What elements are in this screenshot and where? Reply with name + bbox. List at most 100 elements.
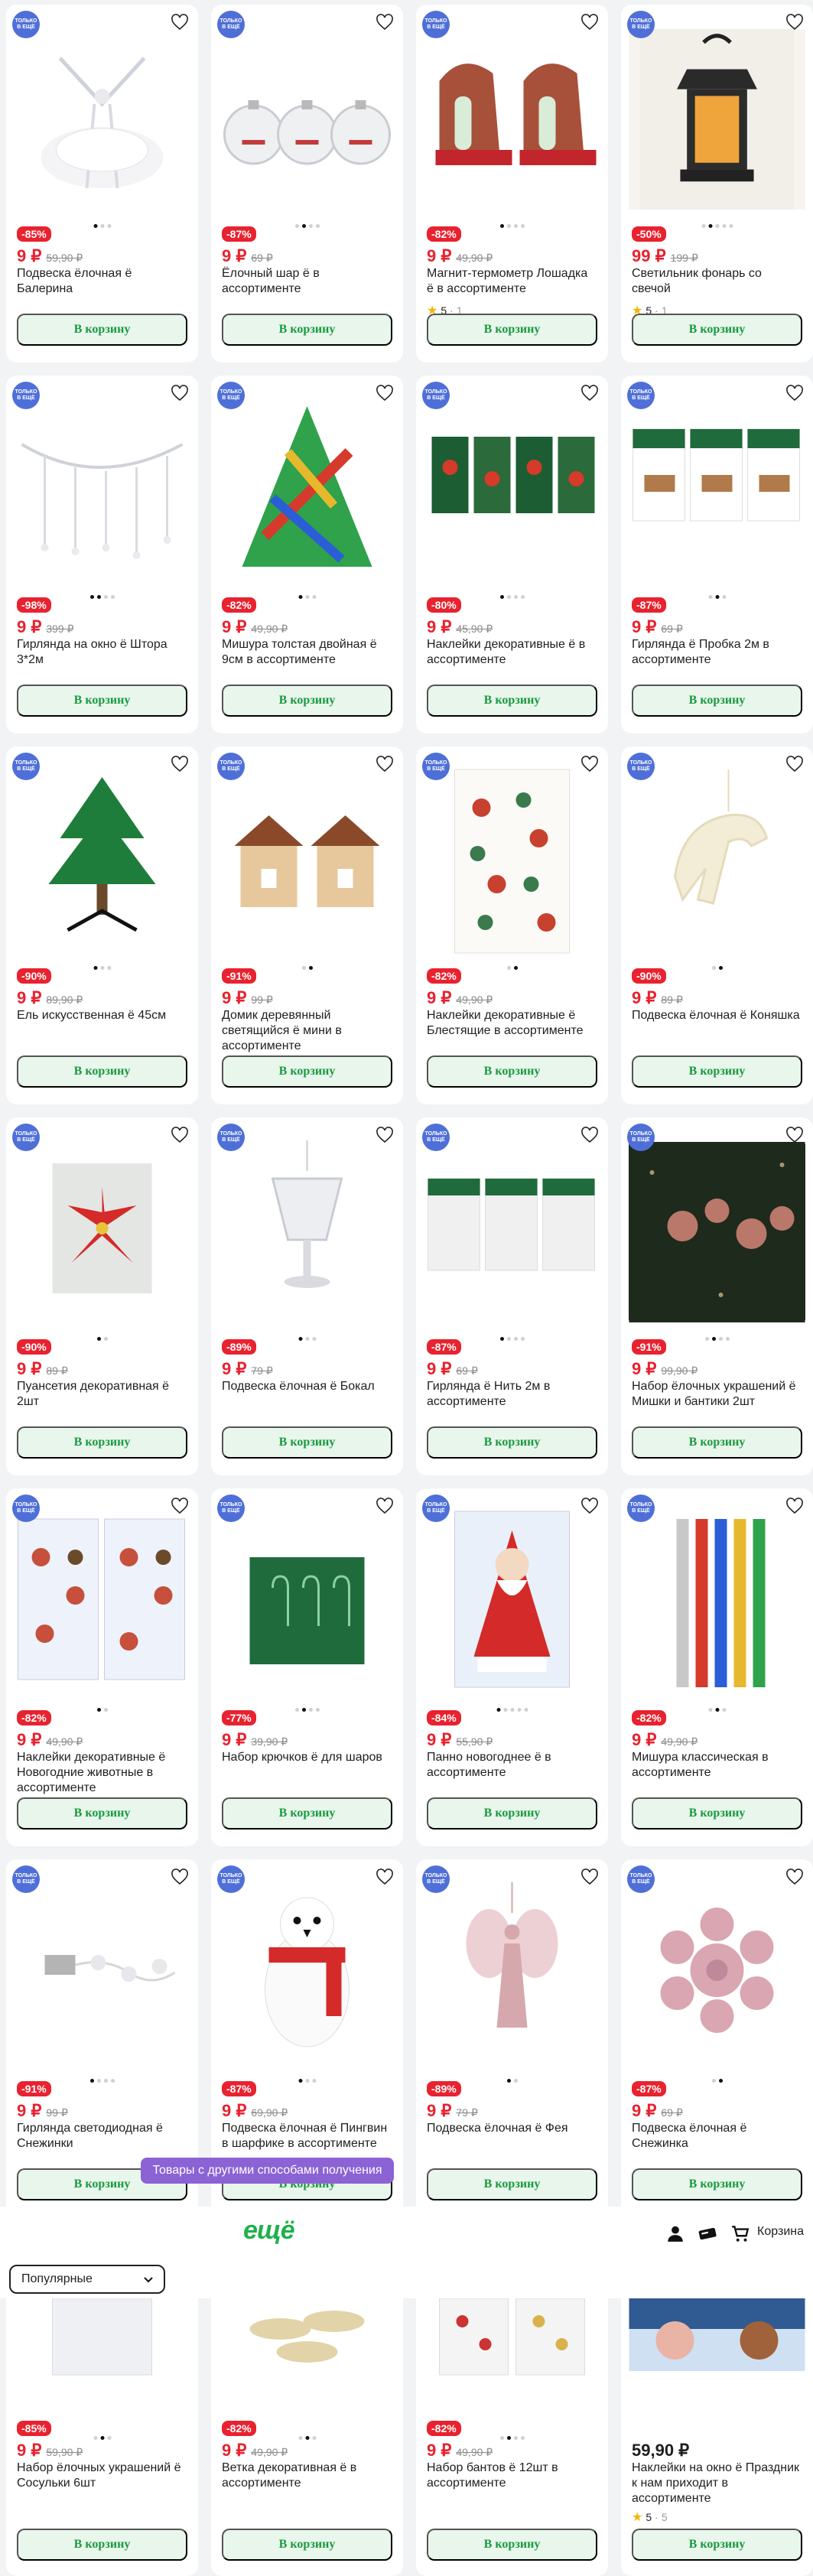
heart-icon[interactable] [785,1127,804,1143]
product-card[interactable]: ТОЛЬКО В ЕЩЁ -90% 9 ₽ 89 ₽ Подвеска ёлочная … [621,746,813,1104]
add-to-cart-button[interactable]: В корзину [427,685,597,717]
carousel-dot[interactable] [93,966,97,970]
carousel-dot[interactable] [110,2079,115,2083]
add-to-cart-button[interactable]: В корзину [17,314,187,346]
carousel-dot[interactable] [513,595,518,599]
product-card[interactable]: ТОЛЬКО В ЕЩЁ -82% 9 ₽ 49,90 ₽ Мишура толстая… [211,376,403,733]
product-title[interactable]: Панно новогоднее ё в ассортименте [427,1750,597,1781]
product-title[interactable]: Подвеска ёлочная ё Фея [427,2121,597,2136]
product-card[interactable]: ТОЛЬКО В ЕЩЁ -98% 9 ₽ 399 ₽ Гирлянда на окно… [6,376,198,733]
carousel-dot[interactable] [506,224,511,228]
carousel-dot[interactable] [89,595,94,599]
carousel-dot[interactable] [718,966,723,970]
add-to-cart-button[interactable]: В корзину [632,2168,802,2200]
product-title[interactable]: Наклейки декоративные ё Блестящие в ассо… [427,1008,597,1039]
carousel-dot[interactable] [103,1337,108,1341]
card-icon[interactable] [698,2223,717,2243]
heart-icon[interactable] [580,1869,599,1885]
add-to-cart-button[interactable]: В корзину [222,1426,392,1459]
product-title[interactable]: Гирлянда ё Нить 2м в ассортименте [427,1379,597,1410]
add-to-cart-button[interactable]: В корзину [427,2168,597,2200]
carousel-dot[interactable] [708,595,712,599]
product-image[interactable] [219,2298,395,2382]
cork-garland-icon[interactable] [629,383,805,590]
product-title[interactable]: Подвеска ёлочная ё Коняшка [632,1008,802,1023]
add-to-cart-button[interactable]: В корзину [17,2529,187,2561]
carousel-dot[interactable] [312,2079,316,2083]
carousel-dot[interactable] [100,2436,104,2440]
carousel-dot[interactable] [100,966,104,970]
heart-icon[interactable] [580,756,599,772]
product-card[interactable]: ТОЛЬКО В ЕЩЁ -50% 99 ₽ 199 ₽ Светильник фона… [621,5,813,363]
heart-icon[interactable] [785,1869,804,1885]
product-title[interactable]: Ель искусственная ё 45см [17,1008,187,1023]
carousel-dot[interactable] [107,224,111,228]
product-card[interactable]: ТОЛЬКО В ЕЩЁ -87% 9 ₽ 69 ₽ Ёлочный шар ё в а… [211,5,403,363]
heart-icon[interactable] [785,14,804,31]
carousel-dot[interactable] [520,595,525,599]
carousel-dot[interactable] [510,1708,514,1712]
product-card[interactable]: ТОЛЬКО В ЕЩЁ -91% 9 ₽ 99,90 ₽ Набор ёлочных … [621,1117,813,1475]
product-image[interactable] [14,2298,190,2382]
add-to-cart-button[interactable]: В корзину [427,2529,597,2561]
carousel-dot[interactable] [298,1337,302,1341]
carousel-dot[interactable] [520,2436,525,2440]
product-title[interactable]: Домик деревянный светящийся ё мини в асс… [222,1008,392,1054]
carousel-dot[interactable] [315,224,320,228]
carousel-dot[interactable] [725,1337,730,1341]
product-card[interactable]: ТОЛЬКО В ЕЩЁ -90% 9 ₽ 89 ₽ Пуансетия декорат… [6,1117,198,1475]
carousel-dot[interactable] [704,1337,709,1341]
heart-icon[interactable] [171,1498,189,1514]
product-card[interactable]: ТОЛЬКО В ЕЩЁ -85% 9 ₽ 59,90 ₽ Подвеска ёлочн… [6,5,198,363]
heart-icon[interactable] [376,1498,394,1514]
carousel-dot[interactable] [103,1708,108,1712]
carousel-dot[interactable] [301,224,306,228]
carousel-dot[interactable] [722,595,726,599]
carousel-dot[interactable] [513,1337,518,1341]
product-card[interactable]: ТОЛЬКО В ЕЩЁ -82% 9 ₽ 49,90 ₽ Мишура классич… [621,1488,813,1846]
add-to-cart-button[interactable]: В корзину [632,685,802,717]
product-title[interactable]: Мишура классическая в ассортименте [632,1750,802,1781]
carousel-dot[interactable] [718,2079,723,2083]
carousel-dot[interactable] [308,1708,313,1712]
carousel-dot[interactable] [305,2079,309,2083]
product-title[interactable]: Гирлянда светодиодная ё Снежинки [17,2121,187,2152]
wooden-house-icon[interactable] [219,754,395,961]
product-card[interactable]: ТОЛЬКО В ЕЩЁ -82% 9 ₽ 49,90 ₽ Магнит-термоме… [416,5,608,363]
cart-icon[interactable] [730,2223,750,2243]
carousel-dot[interactable] [729,224,733,228]
product-card[interactable]: ТОЛЬКО В ЕЩЁ -89% 9 ₽ 79 ₽ Подвеска ёлочная … [416,1859,608,2217]
product-card[interactable]: ТОЛЬКО В ЕЩЁ -84% 9 ₽ 55,90 ₽ Панно новогодн… [416,1488,608,1846]
carousel-dot[interactable] [294,1708,299,1712]
animal-stickers-icon[interactable] [14,1496,190,1703]
heart-icon[interactable] [785,756,804,772]
carousel-dot[interactable] [103,595,108,599]
carousel-dot[interactable] [298,595,302,599]
product-card[interactable]: -82% 9 ₽ 49,90 ₽ Ветка декоративная ё в асс… [211,2298,403,2576]
hooks-icon[interactable] [219,1496,395,1703]
product-card[interactable]: ТОЛЬКО В ЕЩЁ -82% 9 ₽ 49,90 ₽ Наклейки декор… [416,746,608,1104]
product-card[interactable]: ТОЛЬКО В ЕЩЁ -91% 9 ₽ 99 ₽ Домик деревянный … [211,746,403,1104]
heart-icon[interactable] [580,1498,599,1514]
carousel-dot[interactable] [96,2079,101,2083]
carousel-dot[interactable] [711,1337,716,1341]
ornament-balls-icon[interactable] [219,12,395,219]
add-to-cart-button[interactable]: В корзину [632,1797,802,1830]
glass-ornament-icon[interactable] [219,1125,395,1332]
carousel-dot[interactable] [103,2079,108,2083]
logo[interactable]: ещё [243,2216,295,2246]
cart-label[interactable]: Корзина [757,2225,804,2239]
sort-select[interactable]: Популярные [9,2265,165,2294]
carousel-dot[interactable] [506,1337,511,1341]
heart-icon[interactable] [580,1127,599,1143]
add-to-cart-button[interactable]: В корзину [222,685,392,717]
carousel-dot[interactable] [312,595,316,599]
add-to-cart-button[interactable]: В корзину [17,1797,187,1830]
carousel-dot[interactable] [708,224,712,228]
carousel-dot[interactable] [506,595,511,599]
add-to-cart-button[interactable]: В корзину [632,314,802,346]
add-to-cart-button[interactable]: В корзину [427,314,597,346]
classic-tinsel-icon[interactable] [629,1496,805,1703]
product-image[interactable] [424,2298,600,2382]
heart-icon[interactable] [376,756,394,772]
